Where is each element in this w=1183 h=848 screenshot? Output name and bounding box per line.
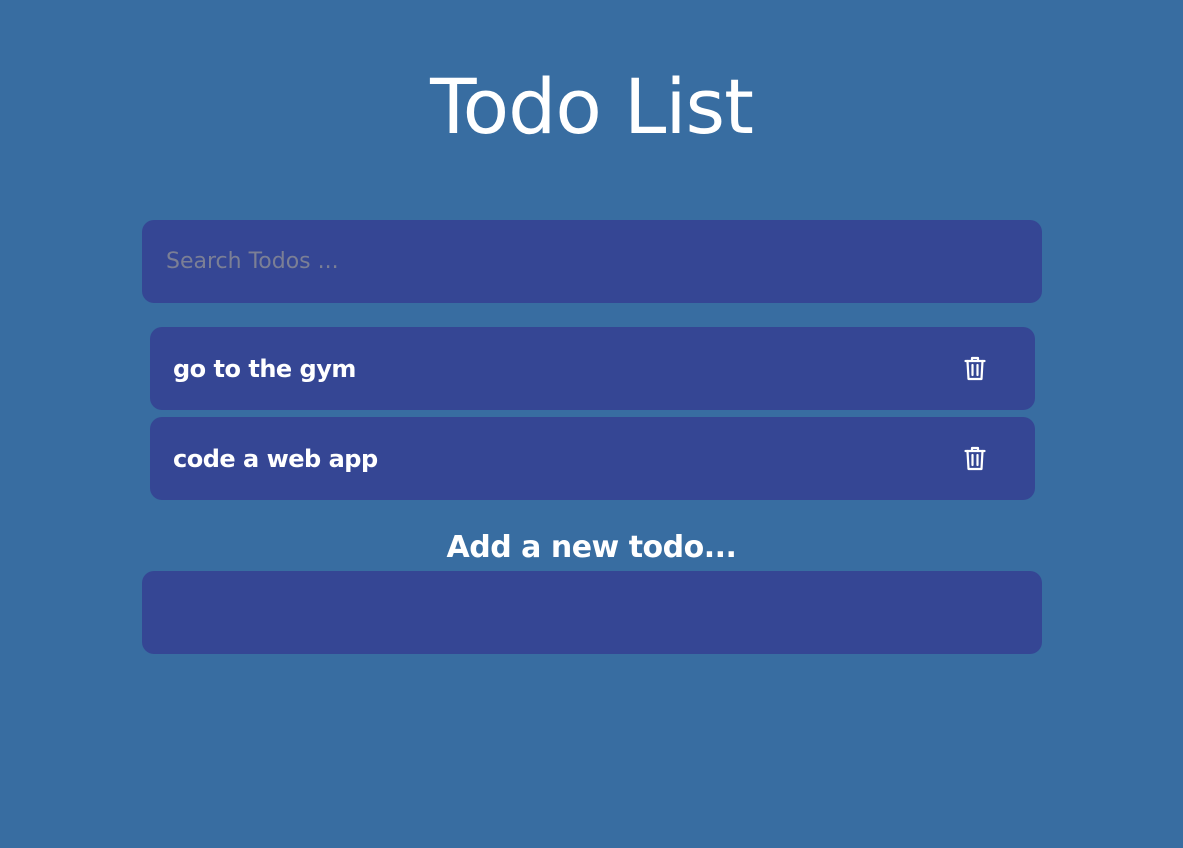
todo-text: go to the gym [173, 354, 356, 383]
page-title: Todo List [430, 62, 754, 151]
add-todo-label: Add a new todo... [446, 530, 737, 565]
todo-item: go to the gym [150, 327, 1035, 410]
todo-item: code a web app [150, 417, 1035, 500]
add-todo-input[interactable] [142, 571, 1042, 654]
todo-list: go to the gym code a web app [150, 327, 1035, 507]
todo-text: code a web app [173, 444, 378, 473]
search-input[interactable] [142, 220, 1042, 303]
trash-icon[interactable] [963, 446, 987, 472]
add-todo-box [142, 571, 1042, 654]
search-form [142, 220, 1042, 303]
trash-icon[interactable] [963, 356, 987, 382]
